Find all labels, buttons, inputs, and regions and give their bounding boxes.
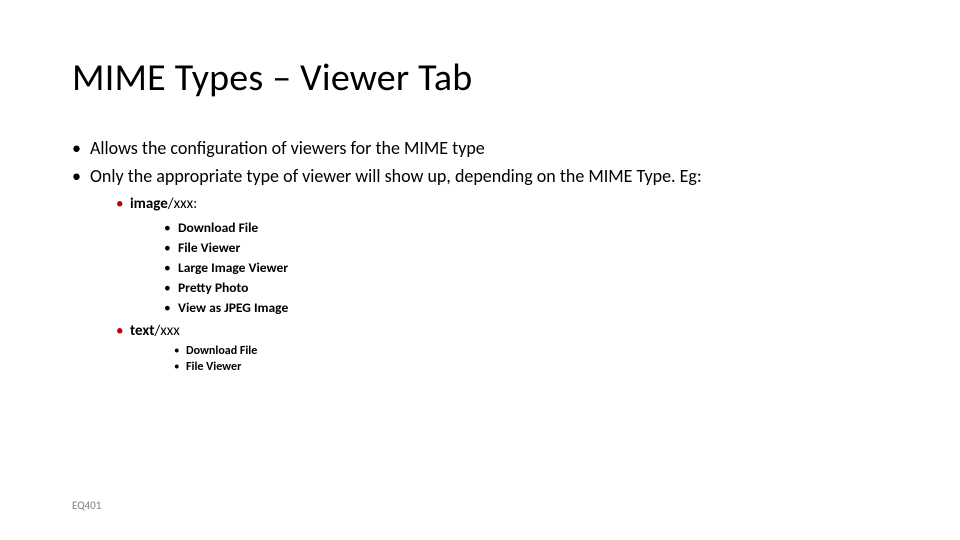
list-item-text: Only the appropriate type of viewer will… [90,165,702,187]
slide-title: MIME Types – Viewer Tab [72,55,888,101]
bullet-list-level1: Allows the configuration of viewers for … [72,137,888,374]
slide-footer: EQ401 [72,499,101,512]
list-item: Download File [164,219,888,236]
list-item-text: text/xxx [130,322,180,340]
mime-suffix: /xxx [154,322,179,340]
list-item: File Viewer [174,360,888,374]
list-item: File Viewer [164,239,888,256]
list-item-text: image/xxx: [130,195,197,213]
mime-prefix: image [130,195,168,213]
bullet-list-level3: Download File File Viewer Large Image Vi… [130,219,888,316]
list-item: Only the appropriate type of viewer will… [72,165,888,374]
list-item: Download File [174,344,888,358]
list-item: View as JPEG Image [164,299,888,316]
bullet-list-level3: Download File File Viewer [130,344,888,374]
list-item: Pretty Photo [164,279,888,296]
mime-suffix: /xxx: [168,195,197,213]
list-item: Allows the configuration of viewers for … [72,137,888,159]
bullet-list-level2: image/xxx: Download File File Viewer Lar… [90,195,888,374]
mime-prefix: text [130,322,154,340]
list-item: image/xxx: Download File File Viewer Lar… [116,195,888,316]
list-item: text/xxx Download File File Viewer [116,322,888,374]
list-item: Large Image Viewer [164,259,888,276]
